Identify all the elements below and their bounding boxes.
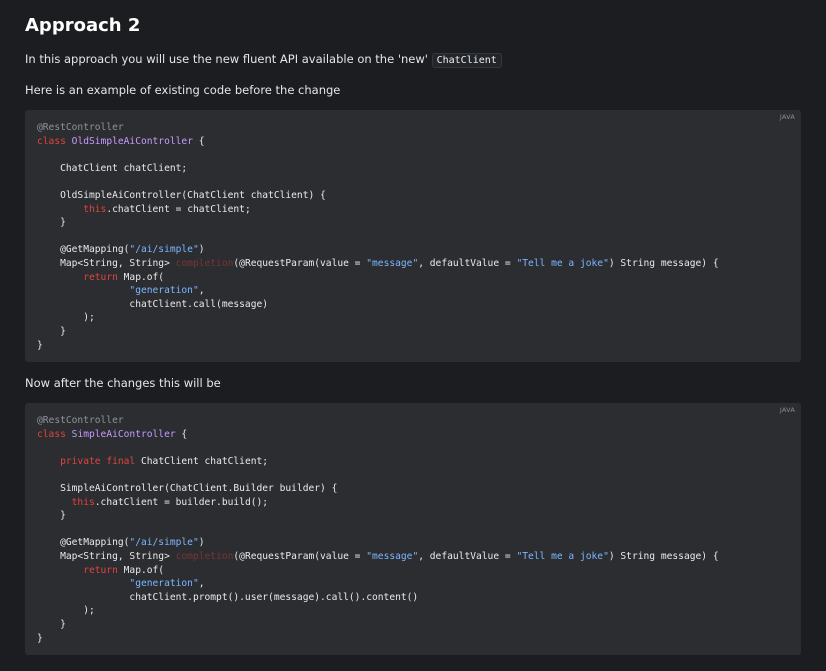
language-label: JAVA: [779, 406, 795, 415]
intro-text: In this approach you will use the new fl…: [25, 52, 428, 66]
after-label: Now after the changes this will be: [25, 376, 221, 391]
code-content[interactable]: @RestController class OldSimpleAiControl…: [37, 121, 789, 352]
before-label: Here is an example of existing code befo…: [25, 83, 341, 97]
inline-code-chatclient: ChatClient: [431, 53, 502, 68]
section-heading: Approach 2: [25, 15, 141, 36]
intro-paragraph: In this approach you will use the new fl…: [25, 50, 801, 70]
code-content[interactable]: @RestController class SimpleAiController…: [37, 414, 789, 645]
page-content: Approach 2 In this approach you will use…: [0, 0, 826, 656]
code-block-after[interactable]: JAVA @RestController class SimpleAiContr…: [25, 403, 801, 656]
language-label: JAVA: [779, 113, 795, 121]
code-block-before[interactable]: JAVA @RestController class OldSimpleAiCo…: [25, 110, 801, 363]
